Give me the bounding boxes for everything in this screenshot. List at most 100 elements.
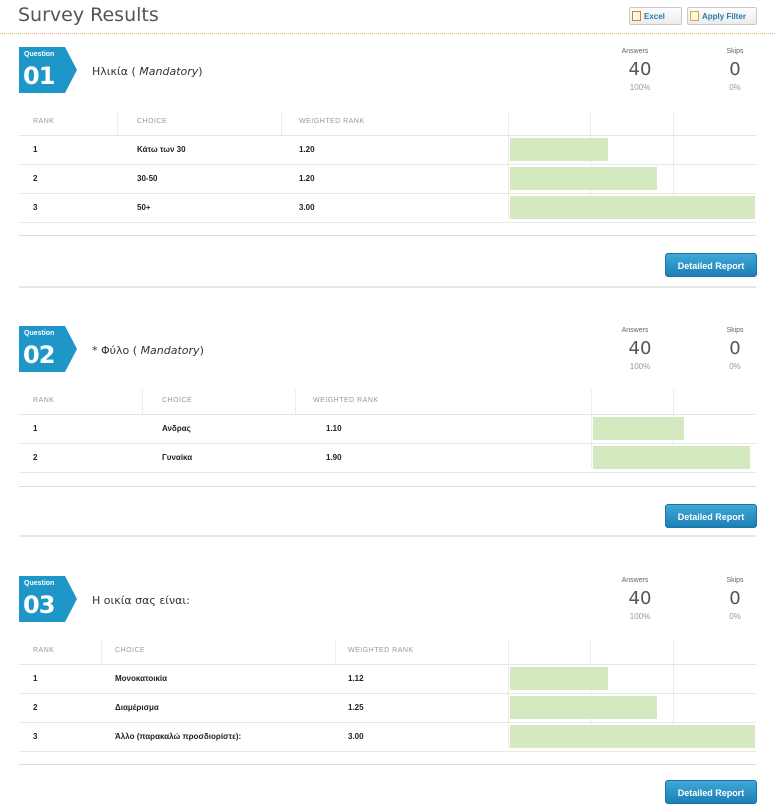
page-title: Survey Results xyxy=(18,4,159,26)
col-choice-header: CHOICE xyxy=(137,118,168,125)
weighted-rank-cell: 1.20 xyxy=(299,174,315,183)
rank-bar xyxy=(510,696,657,719)
question-badge: Question 01 xyxy=(19,47,77,93)
table-row: 2 Διαμέρισμα 1.25 xyxy=(19,694,756,723)
excel-export-button[interactable]: Excel xyxy=(629,7,682,25)
rank-cell: 1 xyxy=(33,424,38,433)
table-row: 3 50+ 3.00 xyxy=(19,194,756,223)
choice-cell: Ανδρας xyxy=(162,424,191,433)
table-row: 1 Μονοκατοικία 1.12 xyxy=(19,665,756,694)
section-divider xyxy=(19,286,756,288)
apply-filter-label: Apply Filter xyxy=(702,12,747,21)
table-header: RANK CHOICE WEIGHTED RANK xyxy=(19,111,756,136)
question-label: Question xyxy=(24,580,55,587)
col-rank-header: RANK xyxy=(33,647,55,654)
answers-label: Answers xyxy=(621,48,649,55)
question-number: 01 xyxy=(23,62,55,90)
answers-count: 40 xyxy=(628,59,652,80)
skips-count: 0 xyxy=(729,59,741,80)
col-weighted-rank-header: WEIGHTED RANK xyxy=(299,118,365,125)
detailed-report-button[interactable]: Detailed Report xyxy=(665,780,757,804)
mandatory-label: Mandatory xyxy=(139,65,199,78)
question-number: 02 xyxy=(23,341,55,369)
col-rank-header: RANK xyxy=(33,397,55,404)
section-divider xyxy=(19,535,756,537)
results-table: RANK CHOICE WEIGHTED RANK 1 Κάτω των 30 … xyxy=(19,111,756,223)
question-title: Ηλικία ( Mandatory) xyxy=(92,65,203,78)
results-table: RANK CHOICE WEIGHTED RANK 1 Μονοκατοικία… xyxy=(19,640,756,752)
answers-count: 40 xyxy=(628,588,652,609)
table-row: 2 30-50 1.20 xyxy=(19,165,756,194)
weighted-rank-cell: 1.90 xyxy=(326,453,342,462)
answers-label: Answers xyxy=(621,327,649,334)
choice-cell: Διαμέρισμα xyxy=(115,703,159,712)
weighted-rank-cell: 1.10 xyxy=(326,424,342,433)
detailed-report-button[interactable]: Detailed Report xyxy=(665,504,757,528)
table-row: 2 Γυναίκα 1.90 xyxy=(19,444,756,473)
choice-cell: Μονοκατοικία xyxy=(115,674,168,683)
table-header: RANK CHOICE WEIGHTED RANK xyxy=(19,640,756,665)
excel-icon xyxy=(632,10,641,21)
rank-cell: 1 xyxy=(33,674,38,683)
col-rank-header: RANK xyxy=(33,118,55,125)
answers-count: 40 xyxy=(628,338,652,359)
answers-percent: 100% xyxy=(629,83,651,92)
skips-label: Skips xyxy=(726,48,744,55)
skips-percent: 0% xyxy=(729,362,741,371)
rank-bar xyxy=(593,417,684,440)
question-title: Η οικία σας είναι: xyxy=(92,594,190,607)
question-badge: Question 03 xyxy=(19,576,77,622)
table-row: 1 Κάτω των 30 1.20 xyxy=(19,136,756,165)
question-title: * Φύλο ( Mandatory) xyxy=(92,344,204,357)
page-header: Survey Results Excel Apply Filter xyxy=(0,0,775,34)
answers-percent: 100% xyxy=(629,362,651,371)
table-header: RANK CHOICE WEIGHTED RANK xyxy=(19,390,756,415)
answers-label: Answers xyxy=(621,577,649,584)
apply-filter-button[interactable]: Apply Filter xyxy=(687,7,757,25)
answers-percent: 100% xyxy=(629,612,651,621)
col-weighted-rank-header: WEIGHTED RANK xyxy=(313,397,379,404)
skips-label: Skips xyxy=(726,577,744,584)
choice-cell: 50+ xyxy=(137,203,151,212)
skips-percent: 0% xyxy=(729,83,741,92)
rank-cell: 3 xyxy=(33,203,38,212)
skips-count: 0 xyxy=(729,338,741,359)
col-weighted-rank-header: WEIGHTED RANK xyxy=(348,647,414,654)
rank-bar xyxy=(510,725,755,748)
weighted-rank-cell: 3.00 xyxy=(348,732,364,741)
rank-bar xyxy=(510,196,755,219)
choice-cell: Κάτω των 30 xyxy=(137,145,186,154)
detailed-report-button[interactable]: Detailed Report xyxy=(665,253,757,277)
weighted-rank-cell: 1.25 xyxy=(348,703,364,712)
skips-count: 0 xyxy=(729,588,741,609)
question-label: Question xyxy=(24,51,55,58)
question-label: Question xyxy=(24,330,55,337)
mandatory-label: Mandatory xyxy=(140,344,200,357)
table-row: 3 Άλλο (παρακαλώ προσδιορίστε): 3.00 xyxy=(19,723,756,752)
table-row: 1 Ανδρας 1.10 xyxy=(19,415,756,444)
rank-cell: 3 xyxy=(33,732,38,741)
rank-bar xyxy=(593,446,750,469)
skips-percent: 0% xyxy=(729,612,741,621)
skips-label: Skips xyxy=(726,327,744,334)
choice-cell: 30-50 xyxy=(137,174,158,183)
rank-bar xyxy=(510,167,657,190)
choice-cell: Γυναίκα xyxy=(162,453,193,462)
question-number: 03 xyxy=(23,591,55,619)
choice-cell: Άλλο (παρακαλώ προσδιορίστε): xyxy=(115,732,242,741)
weighted-rank-cell: 3.00 xyxy=(299,203,315,212)
results-table: RANK CHOICE WEIGHTED RANK 1 Ανδρας 1.10 … xyxy=(19,390,756,473)
filter-icon xyxy=(690,10,699,21)
weighted-rank-cell: 1.12 xyxy=(348,674,364,683)
col-choice-header: CHOICE xyxy=(162,397,193,404)
question-badge: Question 02 xyxy=(19,326,77,372)
rank-cell: 2 xyxy=(33,453,38,462)
rank-bar xyxy=(510,667,608,690)
rank-cell: 1 xyxy=(33,145,38,154)
weighted-rank-cell: 1.20 xyxy=(299,145,315,154)
col-choice-header: CHOICE xyxy=(115,647,146,654)
rank-cell: 2 xyxy=(33,174,38,183)
excel-button-label: Excel xyxy=(644,12,665,21)
rank-bar xyxy=(510,138,608,161)
rank-cell: 2 xyxy=(33,703,38,712)
